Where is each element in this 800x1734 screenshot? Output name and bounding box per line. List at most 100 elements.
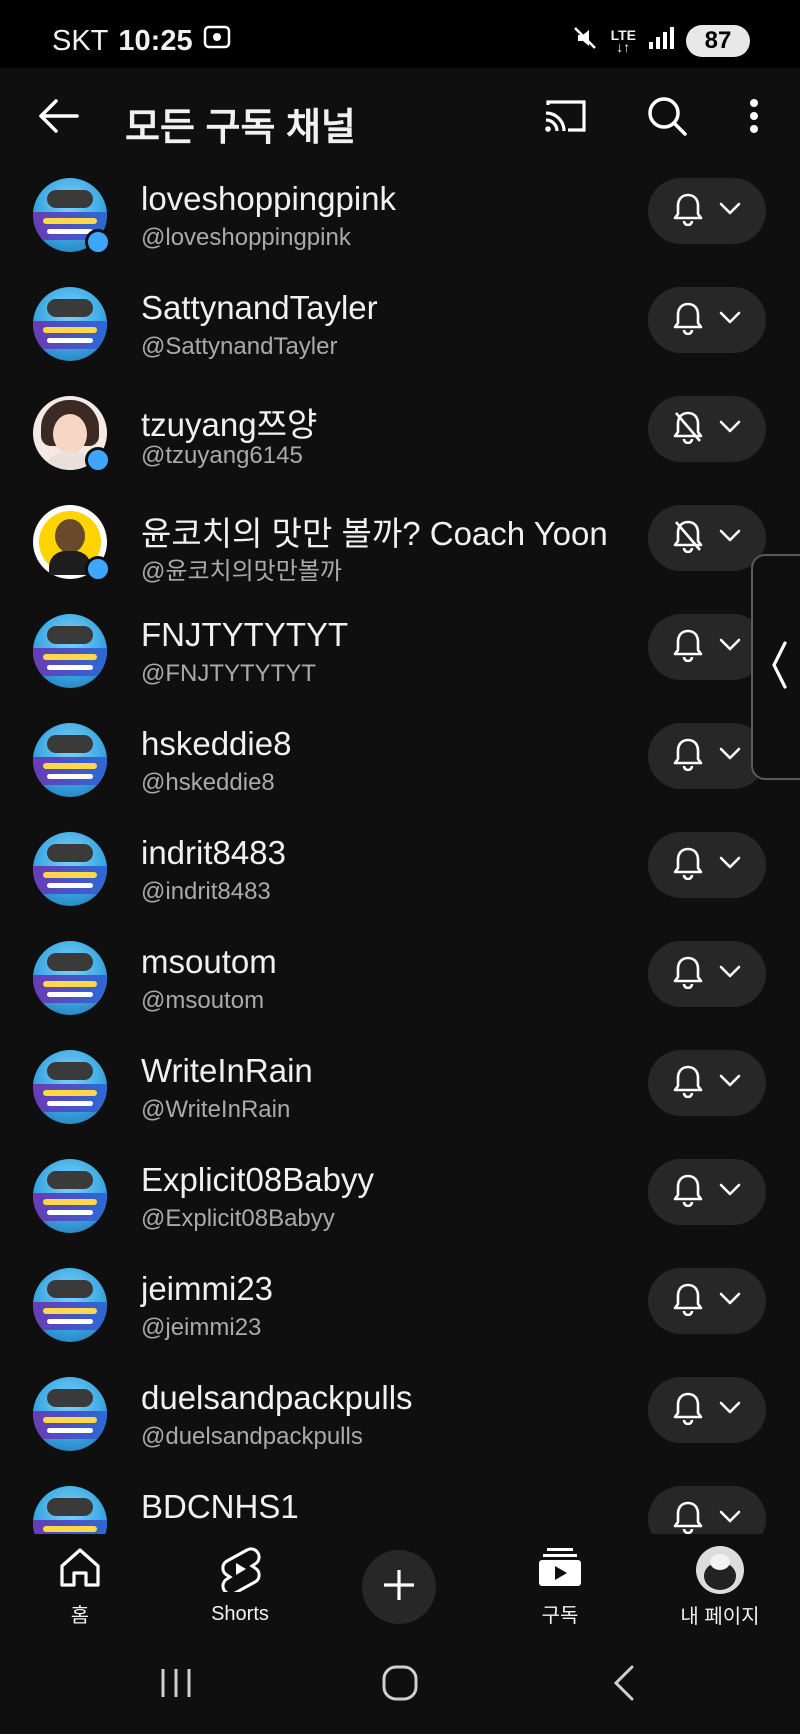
- cast-button[interactable]: [540, 93, 590, 143]
- channel-row[interactable]: jeimmi23 @jeimmi23: [0, 1250, 800, 1359]
- channel-avatar[interactable]: [33, 1159, 107, 1233]
- channel-name[interactable]: WriteInRain: [141, 1052, 313, 1090]
- chevron-down-icon: [719, 965, 741, 984]
- bell-icon: [673, 1064, 703, 1103]
- notification-settings-button[interactable]: [648, 1268, 766, 1334]
- search-button[interactable]: [642, 93, 692, 143]
- channel-name[interactable]: FNJTYTYTYT: [141, 616, 348, 654]
- channel-name[interactable]: indrit8483: [141, 834, 286, 872]
- nav-me-label: 내 페이지: [680, 1606, 760, 1628]
- channel-row[interactable]: hskeddie8 @hskeddie8: [0, 705, 800, 814]
- more-options-button[interactable]: [729, 93, 779, 143]
- new-content-dot: [85, 556, 111, 582]
- channel-row[interactable]: indrit8483 @indrit8483: [0, 814, 800, 923]
- notification-settings-button[interactable]: [648, 396, 766, 462]
- channel-row[interactable]: Explicit08Babyy @Explicit08Babyy: [0, 1141, 800, 1250]
- subscriptions-icon: [537, 1546, 583, 1593]
- notification-settings-button[interactable]: [648, 614, 766, 680]
- channel-name[interactable]: hskeddie8: [141, 725, 291, 763]
- notification-settings-button[interactable]: [648, 1159, 766, 1225]
- channel-row[interactable]: BDCNHS1: [0, 1468, 800, 1534]
- channel-handle: @msoutom: [141, 987, 265, 1014]
- notification-settings-button[interactable]: [648, 1486, 766, 1534]
- channel-avatar[interactable]: [33, 1377, 107, 1451]
- channel-name[interactable]: Explicit08Babyy: [141, 1161, 374, 1199]
- search-icon: [646, 95, 688, 142]
- channel-handle: @Explicit08Babyy: [141, 1205, 335, 1232]
- notification-settings-button[interactable]: [648, 1050, 766, 1116]
- channel-avatar[interactable]: [33, 723, 107, 797]
- bell-icon: [673, 628, 703, 667]
- create-button[interactable]: [362, 1550, 436, 1624]
- channel-name[interactable]: duelsandpackpulls: [141, 1379, 413, 1417]
- plus-icon: [381, 1567, 417, 1608]
- channel-handle: @FNJTYTYTYT: [141, 660, 317, 687]
- notification-settings-button[interactable]: [648, 287, 766, 353]
- nav-home[interactable]: 홈: [10, 1546, 150, 1628]
- channel-row[interactable]: FNJTYTYTYT @FNJTYTYTYT: [0, 596, 800, 705]
- chevron-down-icon: [719, 638, 741, 657]
- channel-name[interactable]: tzuyang쯔양: [141, 398, 317, 446]
- channel-row[interactable]: SattynandTayler @SattynandTayler: [0, 269, 800, 378]
- shorts-icon: [219, 1546, 261, 1597]
- back-chevron-icon: [612, 1664, 636, 1707]
- bell-icon: [673, 1282, 703, 1321]
- channel-name[interactable]: jeimmi23: [141, 1270, 273, 1308]
- channel-row[interactable]: WriteInRain @WriteInRain: [0, 1032, 800, 1141]
- channel-name[interactable]: BDCNHS1: [141, 1488, 299, 1526]
- home-system-button[interactable]: [370, 1662, 430, 1708]
- notification-settings-button[interactable]: [648, 832, 766, 898]
- signal-icon: [648, 26, 674, 55]
- nav-subscriptions[interactable]: 구독: [490, 1546, 630, 1628]
- notification-settings-button[interactable]: [648, 505, 766, 571]
- channel-name[interactable]: msoutom: [141, 943, 277, 981]
- chevron-down-icon: [719, 1074, 741, 1093]
- notification-settings-button[interactable]: [648, 723, 766, 789]
- channel-avatar[interactable]: [33, 1050, 107, 1124]
- bell-off-icon: [673, 519, 703, 558]
- app-header: 모든 구독 채널: [0, 68, 800, 168]
- channel-avatar[interactable]: [33, 1486, 107, 1534]
- channel-handle: @indrit8483: [141, 878, 271, 905]
- cast-icon: [542, 97, 588, 140]
- back-system-button[interactable]: [594, 1662, 654, 1708]
- channel-avatar[interactable]: [33, 614, 107, 688]
- chevron-down-icon: [719, 1292, 741, 1311]
- chevron-down-icon: [719, 1401, 741, 1420]
- notification-settings-button[interactable]: [648, 178, 766, 244]
- nav-home-label: 홈: [70, 1605, 90, 1627]
- nav-me[interactable]: 내 페이지: [650, 1546, 790, 1629]
- channel-name[interactable]: SattynandTayler: [141, 289, 378, 327]
- clock-time: 10:25: [118, 24, 193, 57]
- channel-row[interactable]: loveshoppingpink @loveshoppingpink: [0, 160, 800, 269]
- back-button[interactable]: [33, 93, 83, 143]
- home-circle-icon: [381, 1664, 419, 1707]
- channel-name[interactable]: loveshoppingpink: [141, 180, 396, 218]
- channel-avatar[interactable]: [33, 1268, 107, 1342]
- channel-row[interactable]: duelsandpackpulls @duelsandpackpulls: [0, 1359, 800, 1468]
- nav-shorts[interactable]: Shorts: [170, 1546, 310, 1626]
- bell-icon: [673, 737, 703, 776]
- battery-indicator: 87: [686, 24, 750, 57]
- bell-icon: [673, 192, 703, 231]
- notification-settings-button[interactable]: [648, 1377, 766, 1443]
- channel-row[interactable]: tzuyang쯔양 @tzuyang6145: [0, 378, 800, 487]
- channel-row[interactable]: 윤코치의 맛만 볼까? Coach Yoon @윤코치의맛만볼까: [0, 487, 800, 596]
- bell-icon: [673, 1500, 703, 1535]
- mute-icon: [571, 24, 599, 57]
- channel-row[interactable]: msoutom @msoutom: [0, 923, 800, 1032]
- channel-avatar[interactable]: [33, 287, 107, 361]
- channel-name[interactable]: 윤코치의 맛만 볼까? Coach Yoon: [141, 507, 608, 555]
- channel-avatar[interactable]: [33, 941, 107, 1015]
- channel-avatar[interactable]: [33, 832, 107, 906]
- channel-handle: @WriteInRain: [141, 1096, 291, 1123]
- recents-button[interactable]: [146, 1662, 206, 1708]
- notification-settings-button[interactable]: [648, 941, 766, 1007]
- channel-list[interactable]: loveshoppingpink @loveshoppingpink Sattyna…: [0, 160, 800, 1534]
- chevron-down-icon: [719, 747, 741, 766]
- edge-panel-handle[interactable]: [751, 554, 800, 780]
- page-title: 모든 구독 채널: [125, 107, 356, 149]
- nav-shorts-label: Shorts: [211, 1603, 269, 1625]
- new-content-dot: [85, 229, 111, 255]
- channel-handle: @윤코치의맛만볼까: [141, 558, 343, 585]
